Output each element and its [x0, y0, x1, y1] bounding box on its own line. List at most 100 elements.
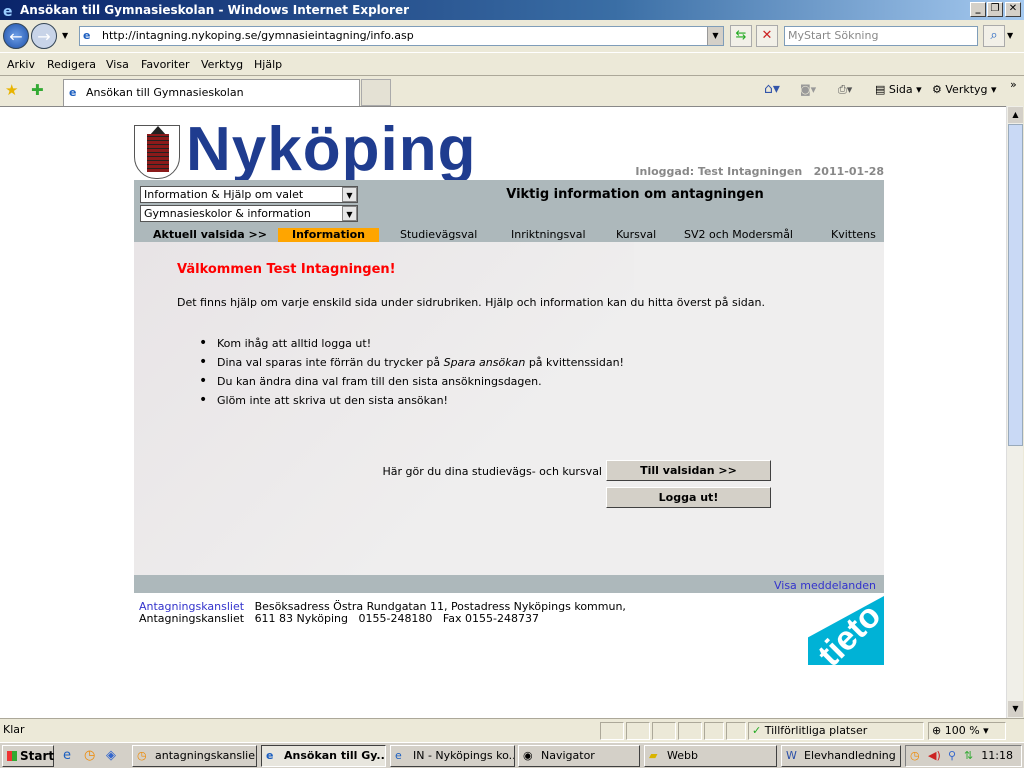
volume-icon[interactable]: ◀)	[928, 749, 941, 762]
close-button[interactable]: ✕	[1005, 2, 1021, 17]
ie-icon: e	[69, 86, 77, 99]
schools-select-value: Gymnasieskolor & information	[144, 207, 311, 220]
outlook-tray-icon[interactable]: ◷	[910, 749, 920, 762]
history-dropdown-icon[interactable]: ▼	[62, 31, 68, 40]
chevron-more-icon[interactable]: »	[1010, 78, 1017, 91]
menu-verktyg[interactable]: Verktyg	[201, 58, 243, 71]
forward-button[interactable]: →	[31, 23, 57, 49]
page-menu[interactable]: ▤ Sida ▾	[875, 83, 922, 96]
step-studievagsval[interactable]: Studievägsval	[400, 228, 477, 242]
feeds-icon[interactable]: ◙▾	[800, 83, 816, 96]
browser-tab[interactable]: e Ansökan till Gymnasieskolan	[63, 79, 360, 106]
current-page-label: Aktuell valsida >>	[153, 228, 267, 241]
scroll-thumb[interactable]	[1008, 124, 1023, 446]
add-favorite-icon[interactable]: ✚	[31, 81, 44, 99]
window-titlebar: e Ansökan till Gymnasieskolan - Windows …	[0, 0, 1024, 20]
status-pane	[678, 722, 702, 740]
address-toolbar: ← → ▼ e http://intagning.nykoping.se/gymn…	[0, 20, 1024, 52]
step-kvittens[interactable]: Kvittens	[831, 228, 876, 242]
scroll-up-arrow[interactable]: ▲	[1008, 107, 1023, 123]
status-pane	[626, 722, 650, 740]
list-item: Glöm inte att skriva ut den sista ansöka…	[199, 394, 448, 407]
search-options-icon[interactable]: ▼	[1007, 31, 1013, 40]
task-ansokan[interactable]: e Ansökan till Gy...	[261, 745, 386, 767]
task-antagningskansliet[interactable]: ◷ antagningskanslie...	[132, 745, 257, 767]
search-button[interactable]: ⌕	[983, 25, 1005, 47]
task-label: antagningskanslie...	[155, 749, 257, 762]
contact-text: 611 83 Nyköping 0155-248180 Fax 0155-248…	[254, 612, 539, 625]
menu-bar: Arkiv Redigera Visa Favoriter Verktyg Hj…	[0, 52, 1024, 76]
schools-select[interactable]: Gymnasieskolor & information ▼	[140, 205, 358, 222]
text-after: på kvittenssidan!	[525, 356, 624, 369]
refresh-button[interactable]: ⇆	[730, 25, 752, 47]
office-label: Antagningskansliet	[139, 612, 245, 625]
stop-button[interactable]: ✕	[756, 25, 778, 47]
url-text: http://intagning.nykoping.se/gymnasieint…	[102, 29, 414, 42]
address-input[interactable]: e http://intagning.nykoping.se/gymnasiein…	[79, 26, 724, 46]
maximize-button[interactable]: ❐	[987, 2, 1003, 17]
tools-menu-label: Verktyg	[945, 83, 988, 96]
ie-quicklaunch-icon[interactable]: e	[63, 748, 71, 763]
list-item-text: Glöm inte att skriva ut den sista ansöka…	[217, 394, 448, 407]
network-icon[interactable]: ⚲	[948, 749, 956, 762]
menu-visa[interactable]: Visa	[106, 58, 129, 71]
status-bar: Klar ✓ Tillförlitliga platser ⊕ 100 % ▾	[0, 718, 1024, 742]
emphasis-text: Spara ansökan	[443, 356, 526, 369]
list-item: Kom ihåg att alltid logga ut!	[199, 337, 372, 350]
zoom-control[interactable]: ⊕ 100 % ▾	[928, 722, 1006, 740]
status-text: Klar	[3, 723, 25, 736]
help-select[interactable]: Information & Hjälp om valet ▼	[140, 186, 358, 203]
address-dropdown[interactable]: ▼	[707, 27, 723, 45]
zone-text: Tillförlitliga platser	[764, 724, 868, 737]
choice-prompt: Här gör du dina studievägs- och kursval	[382, 465, 602, 478]
step-sv2-modersmal[interactable]: SV2 och Modersmål	[684, 228, 793, 242]
step-kursval[interactable]: Kursval	[616, 228, 656, 242]
start-button[interactable]: Start	[2, 745, 54, 767]
task-navigator[interactable]: ◉ Navigator	[518, 745, 640, 767]
new-tab-button[interactable]	[361, 79, 391, 106]
home-icon[interactable]: ⌂▾	[764, 81, 780, 97]
logout-button[interactable]: Logga ut!	[606, 487, 771, 508]
search-input[interactable]: MyStart Sökning	[784, 26, 978, 46]
minimize-button[interactable]: _	[970, 2, 986, 17]
page-heading: Viktig information om antagningen	[506, 187, 764, 202]
system-tray: ◷ ◀) ⚲ ⇅ 11:18	[905, 745, 1022, 767]
menu-redigera[interactable]: Redigera	[47, 58, 96, 71]
outlook-quicklaunch-icon[interactable]: ◷	[84, 748, 95, 763]
vertical-scrollbar[interactable]: ▲ ▼	[1006, 106, 1023, 718]
task-elevhandledning[interactable]: W Elevhandledning ...	[781, 745, 901, 767]
step-information[interactable]: Information	[278, 228, 379, 242]
tools-menu[interactable]: ⚙ Verktyg ▾	[932, 83, 997, 96]
security-zone[interactable]: ✓ Tillförlitliga platser	[748, 722, 924, 740]
zoom-icon: ⊕	[932, 724, 942, 737]
app-quicklaunch-icon[interactable]: ◈	[106, 748, 116, 763]
step-inriktningsval[interactable]: Inriktningsval	[511, 228, 586, 242]
task-webb[interactable]: ▰ Webb	[644, 745, 777, 767]
menu-arkiv[interactable]: Arkiv	[7, 58, 35, 71]
go-to-choices-button[interactable]: Till valsidan >>	[606, 460, 771, 481]
checkmark-icon: ✓	[752, 724, 762, 737]
tab-title: Ansökan till Gymnasieskolan	[86, 86, 244, 99]
back-button[interactable]: ←	[3, 23, 29, 49]
content-area	[134, 242, 884, 575]
menu-hjalp[interactable]: Hjälp	[254, 58, 282, 71]
network-connection-icon[interactable]: ⇅	[964, 749, 973, 762]
background-watermark	[134, 242, 634, 575]
list-item-text: Kom ihåg att alltid logga ut!	[217, 337, 372, 350]
print-icon[interactable]: ⎙▾	[838, 83, 852, 97]
scroll-down-arrow[interactable]: ▼	[1008, 701, 1023, 717]
status-pane	[652, 722, 676, 740]
footer-band: Visa meddelanden	[134, 575, 884, 593]
list-item-text: Dina val sparas inte förrän du trycker p…	[217, 356, 624, 369]
footer-line-2: Antagningskansliet 611 83 Nyköping 0155-…	[139, 612, 539, 625]
page-menu-label: Sida	[888, 83, 913, 96]
favorites-star-icon[interactable]: ★	[5, 81, 18, 99]
list-item-text: Du kan ändra dina val fram till den sist…	[217, 375, 542, 388]
show-messages-link[interactable]: Visa meddelanden	[774, 579, 876, 592]
zoom-level: 100 %	[944, 724, 980, 737]
menu-favoriter[interactable]: Favoriter	[141, 58, 189, 71]
chevron-down-icon: ▼	[342, 206, 357, 221]
chevron-down-icon: ▼	[342, 187, 357, 202]
task-in-nykopings[interactable]: e IN - Nyköpings ko...	[390, 745, 515, 767]
list-item: Du kan ändra dina val fram till den sist…	[199, 375, 542, 388]
